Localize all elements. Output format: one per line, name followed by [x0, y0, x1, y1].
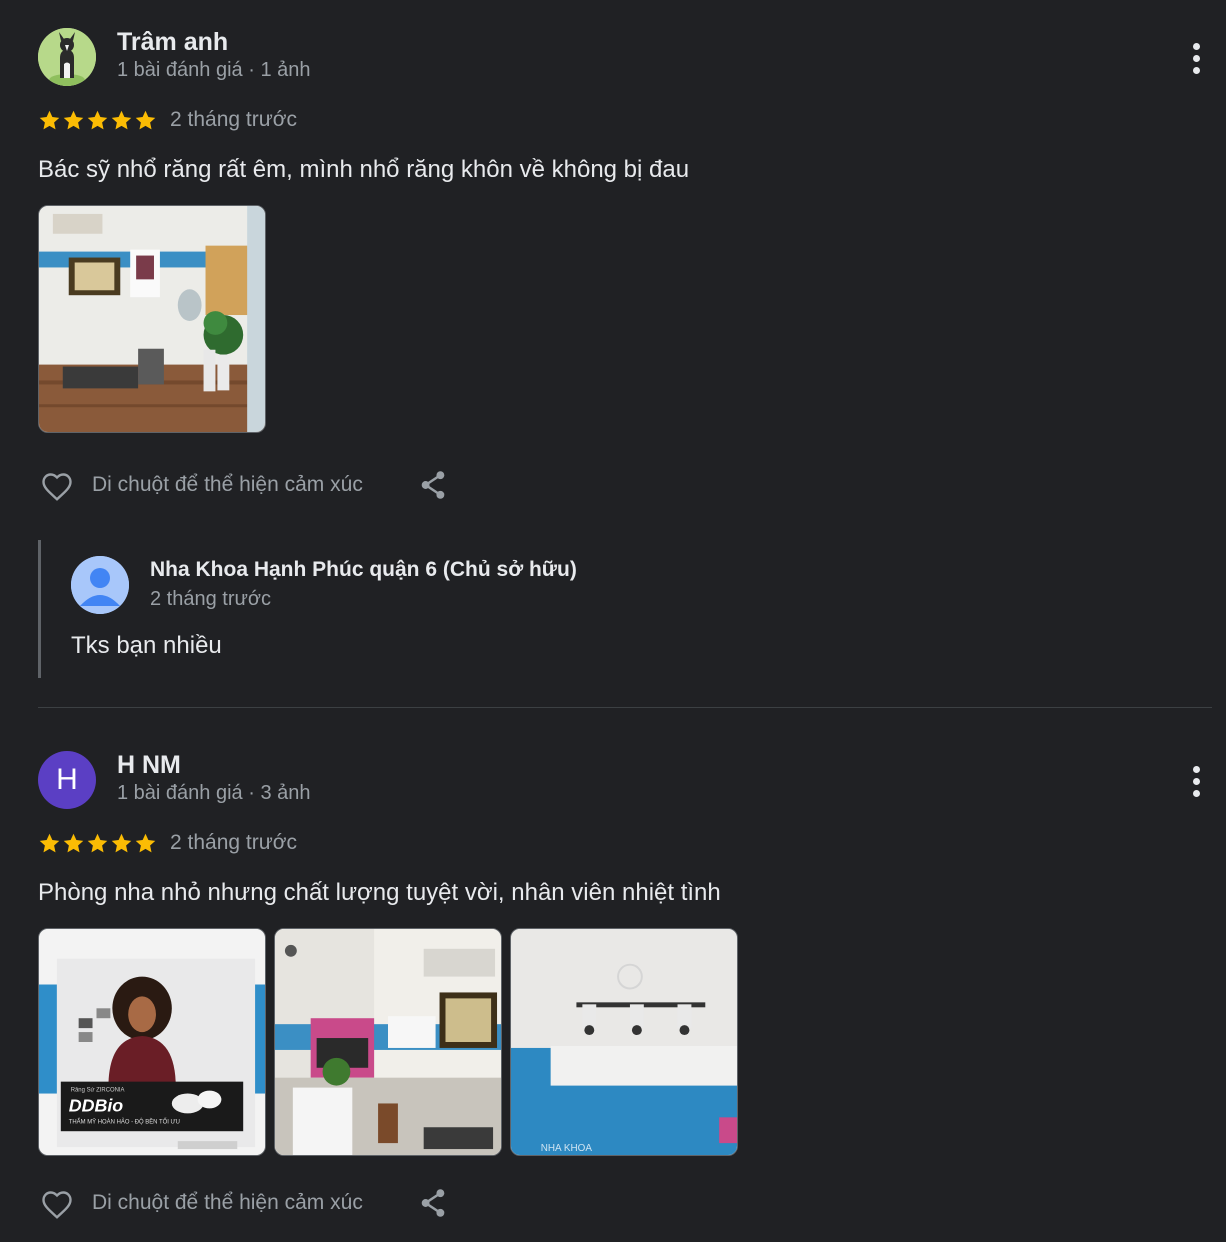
review-photo[interactable]: [274, 928, 502, 1156]
star-rating: [38, 832, 157, 855]
star-icon: [63, 833, 84, 852]
star-icon: [39, 110, 60, 129]
react-button[interactable]: [38, 466, 76, 504]
owner-reply: Nha Khoa Hạnh Phúc quận 6 (Chủ sở hữu) 2…: [38, 540, 738, 678]
review-date: 2 tháng trước: [170, 108, 298, 131]
owner-reply-date: 2 tháng trước: [150, 588, 272, 610]
review-photo[interactable]: [38, 205, 266, 433]
star-icon: [111, 833, 132, 852]
more-options-button[interactable]: [1184, 761, 1208, 801]
owner-name: Nha Khoa Hạnh Phúc quận 6 (Chủ sở hữu): [150, 558, 577, 581]
owner-avatar: [71, 556, 129, 614]
heart-icon: [42, 1191, 72, 1219]
react-hint: Di chuột để thể hiện cảm xúc: [92, 1191, 363, 1214]
author-name[interactable]: Trâm anh: [117, 28, 228, 57]
share-icon: [421, 1189, 445, 1217]
review-photos: [38, 205, 266, 433]
review-actions: Di chuột để thể hiện cảm xúc: [38, 465, 451, 505]
review-text: Phòng nha nhỏ nhưng chất lượng tuyệt vời…: [38, 879, 721, 906]
star-icon: [135, 833, 156, 852]
more-options-button[interactable]: [1184, 38, 1208, 78]
react-hint: Di chuột để thể hiện cảm xúc: [92, 473, 363, 496]
star-icon: [135, 110, 156, 129]
photo-brand-sub: THẨM MỸ HOÀN HẢO - ĐỘ BỀN TỐI ƯU: [69, 1118, 180, 1125]
star-rating: [38, 109, 157, 132]
review-photo[interactable]: Răng Sứ ZIRCONIA DDBio THẨM MỸ HOÀN HẢO …: [38, 928, 266, 1156]
review-card: Trâm anh 1 bài đánh giá · 1 ảnh 2 tháng …: [38, 28, 1212, 678]
svg-text:NHA KHOA: NHA KHOA: [541, 1143, 593, 1154]
share-icon: [421, 471, 445, 499]
star-icon: [111, 110, 132, 129]
more-vert-icon: [1192, 42, 1200, 50]
rating-row: 2 tháng trước: [38, 106, 297, 134]
photo-brand-top: Răng Sứ ZIRCONIA: [71, 1088, 125, 1094]
review-actions: Di chuột để thể hiện cảm xúc: [38, 1183, 451, 1223]
star-icon: [87, 833, 108, 852]
review-date: 2 tháng trước: [170, 831, 298, 854]
author-meta: 1 bài đánh giá · 1 ảnh: [117, 59, 311, 81]
review-divider: [38, 707, 1212, 708]
owner-reply-text: Tks bạn nhiều: [71, 632, 222, 659]
review-card: H H NM 1 bài đánh giá · 3 ảnh 2 tháng tr…: [38, 751, 1212, 1219]
star-icon: [87, 110, 108, 129]
share-button[interactable]: [415, 1185, 451, 1221]
heart-icon: [42, 473, 72, 501]
review-text: Bác sỹ nhổ răng rất êm, mình nhổ răng kh…: [38, 156, 690, 183]
avatar[interactable]: [38, 28, 96, 86]
avatar[interactable]: H: [38, 751, 96, 809]
review-photo[interactable]: NHA KHOA: [510, 928, 738, 1156]
share-button[interactable]: [415, 467, 451, 503]
photo-brand: DDBio: [69, 1095, 124, 1115]
author-name[interactable]: H NM: [117, 751, 181, 780]
rating-row: 2 tháng trước: [38, 829, 297, 857]
react-button[interactable]: [38, 1184, 76, 1222]
author-meta: 1 bài đánh giá · 3 ảnh: [117, 782, 311, 804]
review-photos: Răng Sứ ZIRCONIA DDBio THẨM MỸ HOÀN HẢO …: [38, 928, 738, 1156]
star-icon: [63, 110, 84, 129]
more-vert-icon: [1192, 765, 1200, 773]
review-header: Trâm anh 1 bài đánh giá · 1 ảnh: [38, 28, 1212, 88]
review-header: H H NM 1 bài đánh giá · 3 ảnh: [38, 751, 1212, 811]
star-icon: [39, 833, 60, 852]
